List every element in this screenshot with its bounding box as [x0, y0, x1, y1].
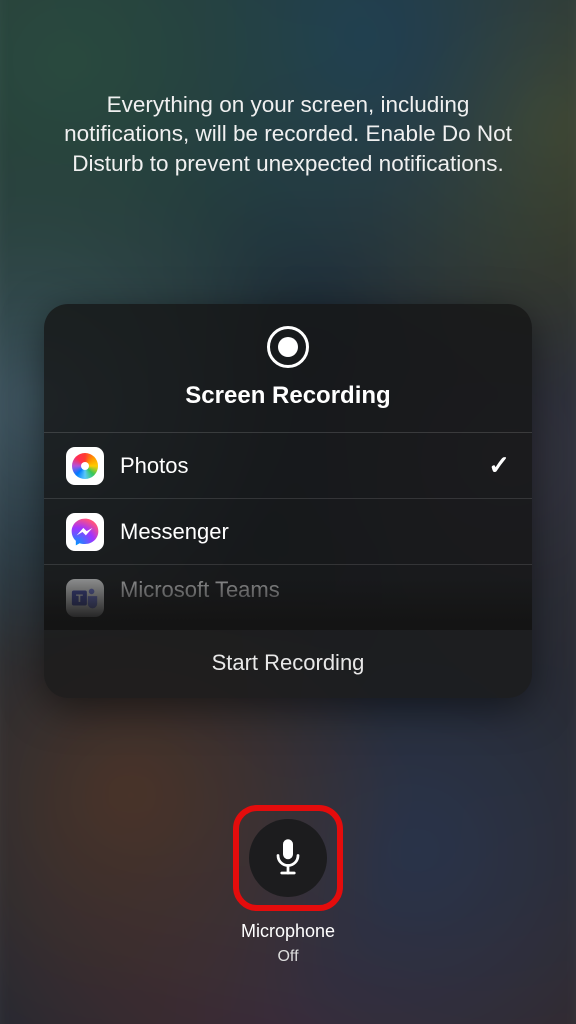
card-header: Screen Recording — [44, 304, 532, 432]
svg-text:T: T — [76, 593, 83, 605]
microphone-toggle-button[interactable] — [249, 819, 327, 897]
record-icon — [267, 326, 309, 368]
app-label: Photos — [120, 453, 472, 479]
checkmark-icon: ✓ — [488, 450, 510, 481]
microphone-label: Microphone — [241, 921, 335, 942]
screen-recording-card: Screen Recording Photos ✓ Messenger T Mi… — [44, 304, 532, 698]
app-label: Microsoft Teams — [120, 577, 510, 603]
recording-destination-list[interactable]: Photos ✓ Messenger T Microsoft Teams — [44, 432, 532, 630]
messenger-icon — [66, 513, 104, 551]
microphone-state: Off — [277, 948, 298, 966]
app-row-photos[interactable]: Photos ✓ — [44, 433, 532, 499]
microphone-icon — [273, 838, 303, 878]
annotation-highlight — [233, 805, 343, 911]
microphone-section: Microphone Off — [233, 805, 343, 966]
recording-disclaimer: Everything on your screen, including not… — [50, 90, 526, 178]
app-row-teams[interactable]: T Microsoft Teams — [44, 565, 532, 630]
card-title: Screen Recording — [185, 382, 390, 410]
start-recording-button[interactable]: Start Recording — [44, 630, 532, 698]
app-row-messenger[interactable]: Messenger — [44, 499, 532, 565]
teams-icon: T — [66, 579, 104, 617]
app-label: Messenger — [120, 519, 510, 545]
photos-icon — [66, 447, 104, 485]
